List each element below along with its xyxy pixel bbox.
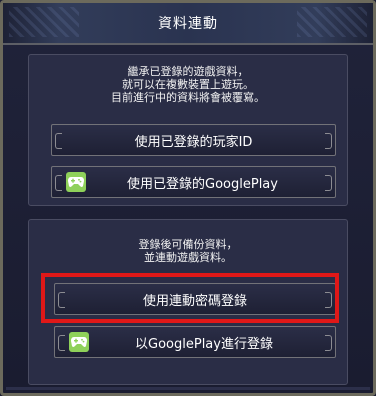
dialog-title: 資料連動: [158, 16, 218, 32]
data-link-dialog: 資料連動 繼承已登錄的遊戲資料， 就可以在複數裝置上遊玩。 目前進行中的資料將會…: [0, 0, 376, 396]
bottom-border-strip: [6, 387, 370, 390]
highlight-frame: [41, 273, 339, 323]
use-player-id-button[interactable]: 使用已登錄的玩家ID: [51, 124, 336, 156]
inherit-desc-line-1: 繼承已登錄的遊戲資料，: [127, 65, 249, 78]
inherit-desc-line-3: 目前進行中的資料將會被覆寫。: [111, 91, 265, 104]
use-googleplay-label: 使用已登錄的GooglePlay: [127, 176, 278, 192]
title-bar: 資料連動: [3, 3, 373, 45]
register-desc-line-2: 並連動遊戲資料。: [144, 251, 232, 264]
inherit-data-panel: 繼承已登錄的遊戲資料， 就可以在複數裝置上遊玩。 目前進行中的資料將會被覆寫。 …: [28, 54, 348, 206]
gamepad-icon: [69, 332, 89, 352]
register-desc-line-1: 登錄後可備份資料，: [138, 238, 238, 251]
inherit-desc-line-2: 就可以在複數裝置上遊玩。: [122, 78, 254, 91]
register-description: 登錄後可備份資料， 並連動遊戲資料。: [29, 238, 347, 264]
inherit-description: 繼承已登錄的遊戲資料， 就可以在複數裝置上遊玩。 目前進行中的資料將會被覆寫。: [29, 65, 347, 104]
use-googleplay-button[interactable]: 使用已登錄的GooglePlay: [51, 166, 336, 198]
gamepad-icon: [66, 172, 86, 192]
use-player-id-label: 使用已登錄的玩家ID: [134, 134, 253, 150]
register-googleplay-label: 以GooglePlay進行登錄: [135, 336, 273, 352]
register-googleplay-button[interactable]: 以GooglePlay進行登錄: [54, 326, 336, 358]
